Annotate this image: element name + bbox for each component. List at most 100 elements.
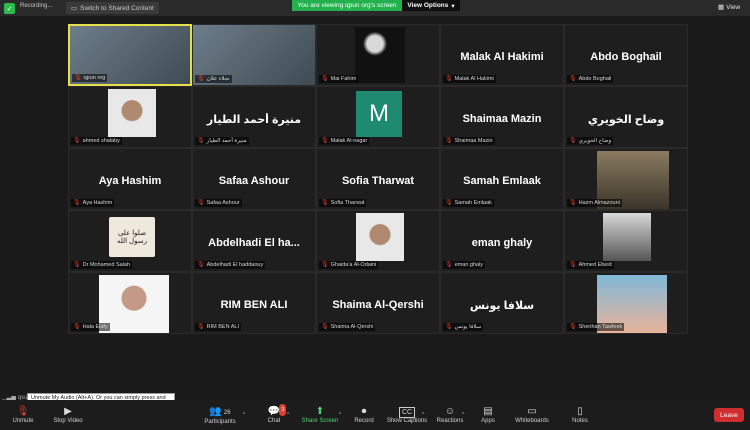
reactions-chevron-up-icon[interactable]: ^ — [462, 412, 464, 418]
participant-tile[interactable]: Aya Hashim 🎙 Aya Hashim — [68, 148, 192, 210]
switch-label: Switch to Shared Content — [80, 4, 154, 12]
participant-tile[interactable]: 🎙 Sherihan Tawfeek — [564, 272, 688, 334]
notes-icon: ▯ — [577, 406, 583, 417]
microphone-muted-icon: 🎙 — [321, 76, 329, 82]
participant-tile[interactable]: Safaa Ashour 🎙 Safaa Ashour — [192, 148, 316, 210]
participant-name-tag: 🎙 Safaa Ashour — [195, 199, 242, 207]
participant-name-tag: 🎙 Abdo Boghail — [567, 75, 614, 83]
microphone-muted-icon: 🎙 — [16, 406, 30, 417]
participant-tile[interactable]: 🎙 نجلاء علان — [192, 24, 316, 86]
microphone-muted-icon: 🎙 — [321, 138, 329, 144]
participant-name: Samah Emlaak — [454, 200, 492, 206]
participant-tile[interactable]: صلوا على رسول الله 🎙 Dr Mohamed Salah — [68, 210, 192, 272]
participant-name: ahmed shalaby — [82, 138, 120, 144]
participant-display-name: Abdelhadi El ha... — [208, 237, 300, 249]
participant-name: eman ghaly — [454, 262, 484, 268]
microphone-muted-icon: 🎙 — [73, 200, 81, 206]
microphone-muted-icon: 🎙 — [445, 324, 453, 330]
participant-name: Malak Al Hakimi — [454, 76, 494, 82]
participant-name: منيرة أحمد الطيار — [206, 138, 247, 144]
chat-button[interactable]: 💬 3 Chat — [262, 400, 287, 430]
record-button[interactable]: ⏺ Record — [350, 400, 378, 430]
stop-video-button[interactable]: ▶ Stop Video — [48, 400, 88, 430]
participant-tile[interactable]: Shaimaa Mazin 🎙 Shaimaa Mazin — [440, 86, 564, 148]
participants-chevron-up-icon[interactable]: ^ — [243, 412, 245, 418]
participant-name-tag: 🎙 eman ghaly — [443, 261, 486, 269]
security-shield-icon[interactable]: ✓ — [4, 3, 15, 14]
chat-label: Chat — [267, 418, 281, 424]
captions-chevron-up-icon[interactable]: ^ — [422, 412, 424, 418]
record-icon: ⏺ — [361, 406, 367, 417]
participant-name: Aya Hashim — [82, 200, 113, 206]
microphone-muted-icon: 🎙 — [321, 200, 329, 206]
view-options-button[interactable]: View Options ▾ — [402, 0, 460, 11]
participant-display-name: Shaimaa Mazin — [462, 113, 542, 125]
microphone-muted-icon: 🎙 — [73, 138, 81, 144]
participant-tile[interactable]: 🎙 Mai Fahim — [316, 24, 440, 86]
whiteboards-button[interactable]: ▭ Whiteboards — [512, 400, 552, 430]
microphone-muted-icon: 🎙 — [197, 76, 205, 82]
participant-display-name: وضاح الخويري — [587, 114, 665, 126]
participant-name: qpun org — [83, 75, 106, 81]
share-screen-button[interactable]: ⬆ Share Screen — [300, 400, 340, 430]
microphone-muted-icon: 🎙 — [445, 138, 453, 144]
participant-name: Malak Al-nagar — [330, 138, 368, 144]
participant-tile[interactable]: RIM BEN ALI 🎙 RIM BEN ALI — [192, 272, 316, 334]
microphone-muted-icon: 🎙 — [445, 76, 453, 82]
participant-photo — [356, 213, 404, 261]
participant-tile[interactable]: 🎙 Hala Elafy — [68, 272, 192, 334]
microphone-muted-icon: 🎙 — [197, 200, 205, 206]
participant-name-tag: 🎙 Shaimaa Mazin — [443, 137, 495, 145]
participant-display-name: RIM BEN ALI — [220, 299, 288, 311]
microphone-muted-icon: 🎙 — [321, 262, 329, 268]
meeting-toolbar: 🎙 Unmute ▶ Stop Video 👥 26 Participants ^… — [0, 400, 750, 430]
leave-button[interactable]: Leave — [714, 408, 744, 422]
apps-button[interactable]: ▤ Apps — [476, 400, 500, 430]
microphone-muted-icon: 🎙 — [569, 324, 577, 330]
participant-tile[interactable]: eman ghaly 🎙 eman ghaly — [440, 210, 564, 272]
participant-tile[interactable]: M 🎙 Malak Al-nagar — [316, 86, 440, 148]
participant-tile[interactable]: Shaima Al-Qershi 🎙 Shaima Al-Qershi — [316, 272, 440, 334]
participants-icon: 👥 26 — [209, 405, 231, 417]
participant-tile[interactable]: وضاح الخويري 🎙 وضاح الخويري — [564, 86, 688, 148]
participant-tile[interactable]: Abdelhadi El ha... 🎙 Abdelhadi El haddaouy — [192, 210, 316, 272]
participant-tile[interactable]: 🎙 qpun org — [68, 24, 192, 86]
participants-count: 26 — [223, 409, 231, 416]
switch-to-shared-content-button[interactable]: ▭ Switch to Shared Content — [66, 2, 159, 14]
microphone-muted-icon: 🎙 — [74, 75, 82, 81]
participant-name-tag: 🎙 Mai Fahim — [319, 75, 359, 83]
notes-button[interactable]: ▯ Notes — [568, 400, 592, 430]
microphone-muted-icon: 🎙 — [197, 262, 205, 268]
microphone-muted-icon: 🎙 — [569, 262, 577, 268]
participant-name-tag: 🎙 qpun org — [72, 74, 108, 82]
participant-name: Shaima Al-Qershi — [330, 324, 374, 330]
reactions-label: Reactions — [436, 418, 464, 424]
view-label: View — [726, 3, 741, 11]
participant-name: Ahmed Ebeid — [578, 262, 612, 268]
recording-label: Recording... — [20, 3, 53, 9]
view-button[interactable]: ▦ View — [718, 3, 741, 12]
participant-tile[interactable]: سلافا يونس 🎙 سلافا يونس — [440, 272, 564, 334]
participants-button[interactable]: 👥 26 Participants — [200, 400, 240, 430]
participant-tile[interactable]: Sofia Tharwat 🎙 Sofia Tharwat — [316, 148, 440, 210]
participant-display-name: eman ghaly — [471, 237, 533, 249]
participant-tile[interactable]: منيرة أحمد الطيار 🎙 منيرة أحمد الطيار — [192, 86, 316, 148]
participant-tile[interactable]: 🎙 Ghaida'a Al-Odaini — [316, 210, 440, 272]
participant-tile[interactable]: 🎙 ahmed shalaby — [68, 86, 192, 148]
participant-name-tag: 🎙 Hazm Almazouni — [567, 199, 622, 207]
share-screen-icon: ⬆ — [315, 406, 325, 417]
apps-label: Apps — [481, 418, 495, 424]
participant-tile[interactable]: Abdo Boghail 🎙 Abdo Boghail — [564, 24, 688, 86]
participants-label: Participants — [204, 418, 236, 425]
share-chevron-up-icon[interactable]: ^ — [339, 412, 341, 418]
participant-tile[interactable]: 🎙 Hazm Almazouni — [564, 148, 688, 210]
stop-video-label: Stop Video — [53, 418, 83, 424]
participant-tile[interactable]: Malak Al Hakimi 🎙 Malak Al Hakimi — [440, 24, 564, 86]
chat-chevron-up-icon[interactable]: ^ — [287, 412, 289, 418]
participant-tile[interactable]: Samah Emlaak 🎙 Samah Emlaak — [440, 148, 564, 210]
participant-name-tag: 🎙 نجلاء علان — [195, 75, 232, 83]
participant-tile[interactable]: 🎙 Ahmed Ebeid — [564, 210, 688, 272]
zoom-meeting-window: ✓ Recording... ▭ Switch to Shared Conten… — [0, 0, 750, 430]
chevron-down-icon: ▾ — [451, 2, 455, 10]
unmute-button[interactable]: 🎙 Unmute — [6, 400, 40, 430]
